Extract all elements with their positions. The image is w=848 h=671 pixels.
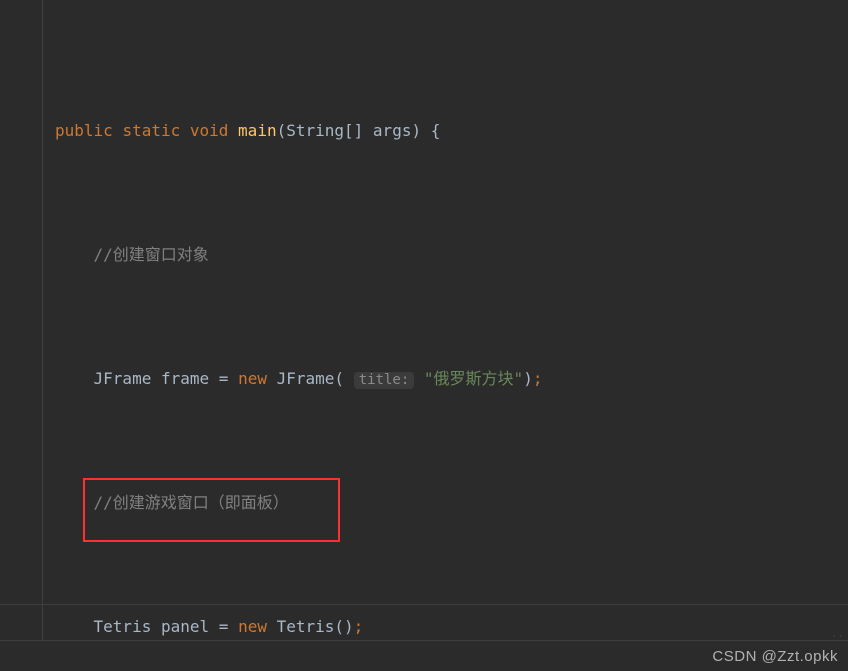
- ctor: JFrame: [277, 369, 335, 388]
- var: frame: [161, 369, 209, 388]
- param-name: args: [373, 121, 412, 140]
- line-panel-decl: Tetris panel = new Tetris();: [55, 611, 604, 642]
- h-divider: [0, 640, 848, 641]
- comment-text: //创建游戏窗口（即面板）: [94, 493, 289, 512]
- line-comment: //创建窗口对象: [55, 239, 604, 270]
- kw-new: new: [238, 369, 267, 388]
- param-type: String[]: [286, 121, 363, 140]
- comment-text: //创建窗口对象: [94, 245, 209, 264]
- code-editor[interactable]: public static void main(String[] args) {…: [0, 0, 848, 671]
- string-literal: "俄罗斯方块": [424, 369, 523, 388]
- kw-public: public: [55, 121, 113, 140]
- kw-void: void: [190, 121, 229, 140]
- method-main: main: [238, 121, 277, 140]
- watermark-text: CSDN @Zzt.opkk: [712, 648, 838, 665]
- line-comment: //创建游戏窗口（即面板）: [55, 487, 604, 518]
- type: Tetris: [94, 617, 152, 636]
- code-block: public static void main(String[] args) {…: [55, 22, 604, 671]
- gutter-divider: [42, 0, 43, 640]
- var: panel: [161, 617, 209, 636]
- kw-static: static: [122, 121, 180, 140]
- h-divider: [0, 604, 848, 605]
- line-frame-decl: JFrame frame = new JFrame( title: "俄罗斯方块…: [55, 363, 604, 394]
- faint-mark: ··: [831, 630, 844, 643]
- param-hint-title: title:: [354, 372, 415, 389]
- type: JFrame: [94, 369, 152, 388]
- kw-new: new: [238, 617, 267, 636]
- line-method-signature: public static void main(String[] args) {: [55, 115, 604, 146]
- ctor: Tetris: [277, 617, 335, 636]
